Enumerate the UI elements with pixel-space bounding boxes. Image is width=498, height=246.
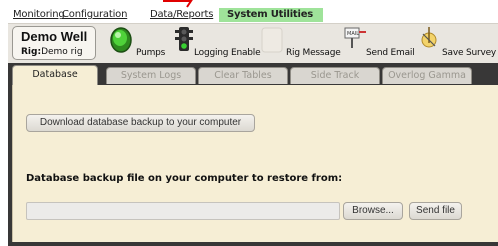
utilities-panel: Database System Logs Clear Tables Side T… [8,63,498,246]
save-survey-button[interactable]: Save Survey [418,27,498,60]
restore-file-label: Database backup file on your computer to… [26,173,343,184]
rig-line: Rig:Demo rig [21,47,83,57]
menu-configuration[interactable]: Configuration [62,9,127,21]
browse-button[interactable]: Browse... [343,202,403,220]
svg-text:MAIL: MAIL [347,31,359,37]
well-info-box: Demo Well Rig:Demo rig [12,26,96,60]
backup-file-input[interactable] [26,202,340,220]
traffic-light-icon [175,27,193,51]
tab-overlog-gamma[interactable]: Overlog Gamma [382,67,472,84]
rig-message-button[interactable]: Rig Message [260,27,341,60]
message-icon [261,27,283,53]
toolbar: Demo Well Rig:Demo rig Pumps Logging Ena… [8,23,498,64]
rig-message-label: Rig Message [286,48,341,58]
rig-value: Demo rig [41,47,83,57]
tab-bar: Database System Logs Clear Tables Side T… [8,63,498,85]
rig-label: Rig: [21,47,42,57]
survey-icon [421,27,437,48]
database-tab-content: Download database backup to your compute… [12,85,498,242]
tab-database[interactable]: Database [12,65,98,85]
send-email-label: Send Email [366,48,415,58]
send-email-button[interactable]: MAIL Send Email [342,27,422,60]
menu-system-utilities[interactable]: System Utilities [219,8,323,22]
green-light-icon [110,27,132,53]
menu-data-reports[interactable]: Data/Reports [150,9,213,21]
red-annotation-mark [163,0,193,8]
tab-clear-tables[interactable]: Clear Tables [198,67,288,84]
save-survey-label: Save Survey [442,48,497,58]
logging-enable-button[interactable]: Logging Enable [174,27,272,60]
top-menu-bar: Monitoring Configuration Data/Reports Sy… [0,0,498,22]
tab-side-track[interactable]: Side Track [290,67,380,84]
download-backup-button[interactable]: Download database backup to your compute… [26,114,255,132]
tab-system-logs[interactable]: System Logs [106,67,196,84]
email-icon: MAIL [344,27,366,48]
well-name: Demo Well [21,29,88,44]
pumps-label: Pumps [136,48,166,58]
menu-monitoring[interactable]: Monitoring [13,9,65,21]
logging-enable-label: Logging Enable [194,48,261,58]
send-file-button[interactable]: Send file [409,202,462,220]
